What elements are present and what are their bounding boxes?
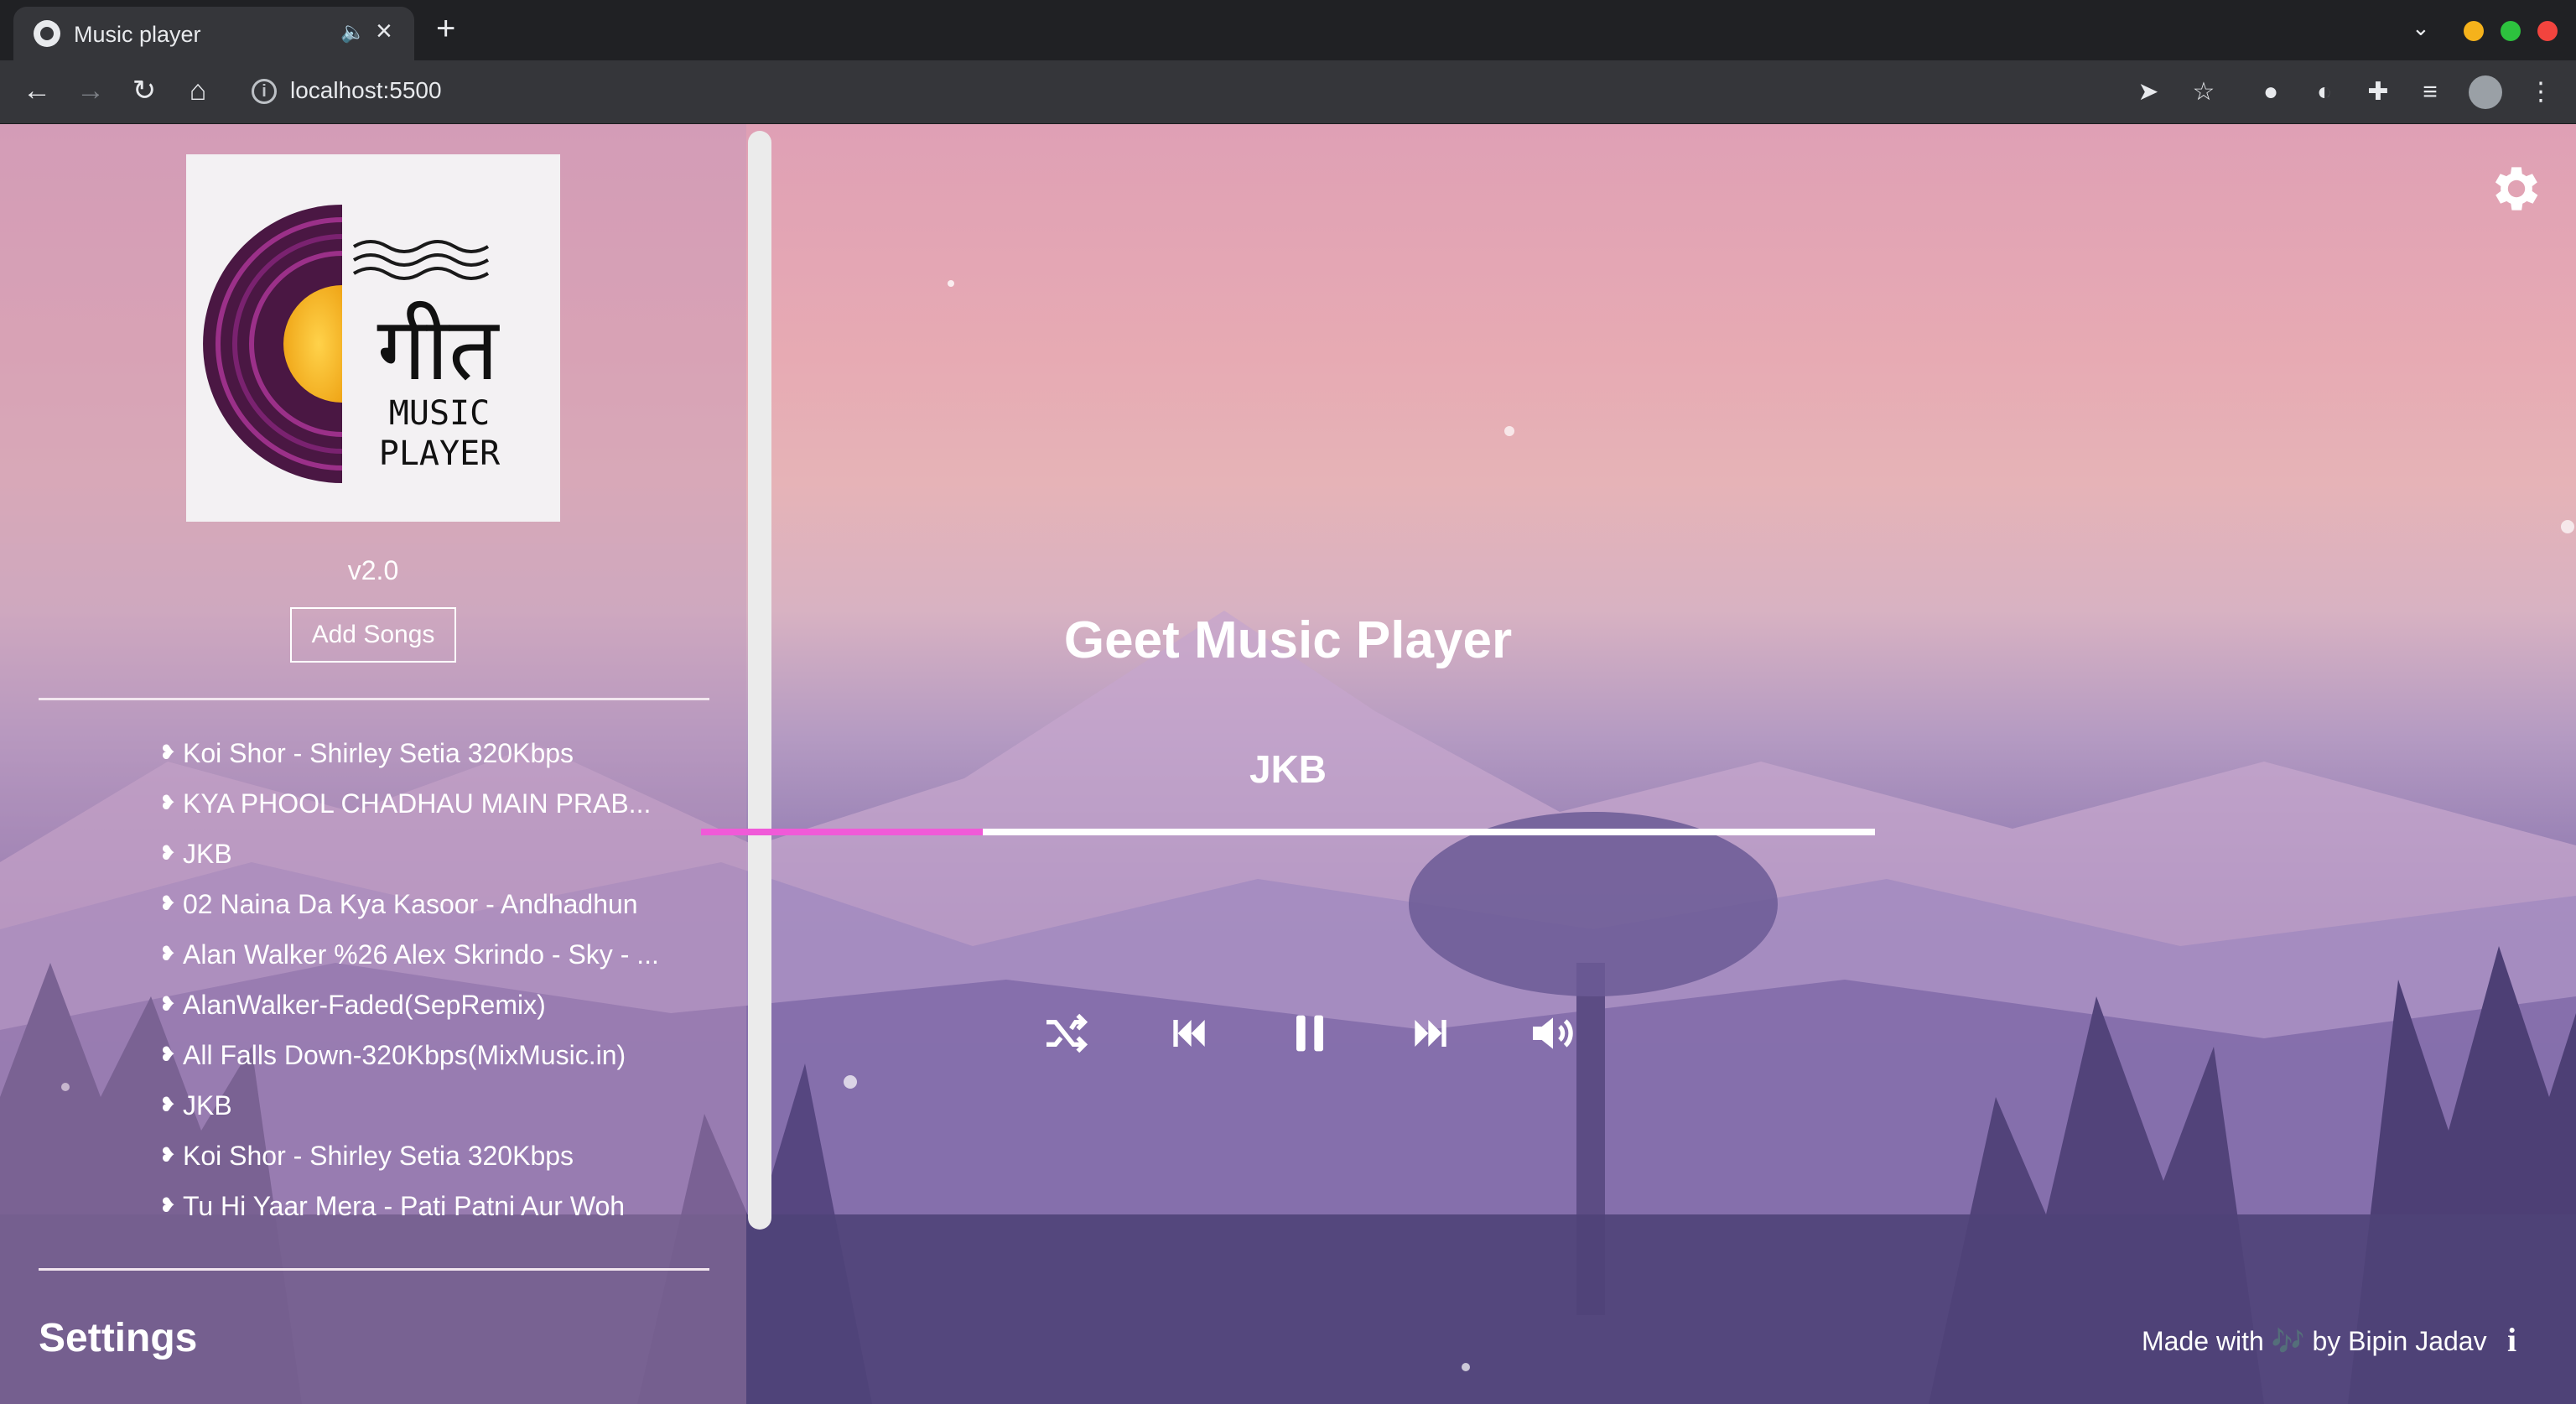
extension-glasses-icon[interactable]: ● (2254, 75, 2288, 109)
media-playlist-icon[interactable]: ≡ (2413, 75, 2447, 109)
song-item[interactable]: ❥ KYA PHOOL CHADHAU MAIN PRAB... (159, 780, 662, 830)
vinyl-logo-icon: गीत MUSIC PLAYER (203, 205, 501, 483)
browser-menu-icon[interactable]: ⋮ (2524, 75, 2558, 109)
made-with-suffix: by Bipin Jadav (2312, 1326, 2487, 1356)
song-list: ❥ Koi Shor - Shirley Setia 320Kbps ❥ KYA P… (159, 730, 662, 1233)
now-playing-title: JKB (1249, 747, 1327, 791)
song-item[interactable]: ❥ 02 Naina Da Kya Kasoor - Andhadhun (159, 881, 662, 931)
window-close-button[interactable] (2537, 21, 2558, 41)
song-title: Alan Walker %26 Alex Skrindo - Sky - ... (183, 939, 659, 970)
gear-icon[interactable] (2487, 159, 2546, 218)
bookmark-star-icon[interactable]: ☆ (2187, 75, 2220, 109)
song-title: All Falls Down-320Kbps(MixMusic.in) (183, 1040, 626, 1070)
footer-credit: Made with 🎶 by Bipin Jadav (2142, 1325, 2487, 1357)
shuffle-icon[interactable] (1040, 1006, 1093, 1060)
home-icon[interactable]: ⌂ (179, 74, 216, 107)
extension-colorpicker-icon[interactable]: ◐ (2308, 75, 2341, 109)
song-title: 02 Naina Da Kya Kasoor - Andhadhun (183, 889, 638, 919)
new-tab-button[interactable]: + (436, 12, 455, 45)
song-note-icon: ❥ (159, 842, 177, 865)
send-icon[interactable]: ➤ (2132, 75, 2165, 109)
song-title: Koi Shor - Shirley Setia 320Kbps (183, 738, 574, 768)
logo-script-text: गीत (377, 298, 500, 400)
settings-heading: Settings (39, 1316, 198, 1360)
song-note-icon: ❥ (159, 1194, 177, 1217)
speaker-icon[interactable]: 🔈 (340, 20, 366, 44)
version-label: v2.0 (347, 555, 399, 585)
logo-line1: MUSIC (389, 394, 490, 433)
song-title: Koi Shor - Shirley Setia 320Kbps (183, 1141, 574, 1171)
song-note-icon: ❥ (159, 1144, 177, 1167)
player-controls (1006, 1006, 1593, 1060)
browser-tabstrip: Music player 🔈 × + ⌄ (0, 0, 2576, 60)
extensions-puzzle-icon[interactable]: ✚ (2361, 75, 2395, 109)
song-item[interactable]: ❥ JKB (159, 830, 662, 881)
song-note-icon: ❥ (159, 1094, 177, 1116)
divider (39, 698, 709, 700)
song-note-icon: ❥ (159, 892, 177, 915)
song-item[interactable]: ❥ Koi Shor - Shirley Setia 320Kbps (159, 730, 662, 780)
window-minimize-button[interactable] (2464, 21, 2484, 41)
song-item[interactable]: ❥ All Falls Down-320Kbps(MixMusic.in) (159, 1032, 662, 1082)
site-info-icon[interactable]: i (252, 79, 277, 104)
song-note-icon: ❥ (159, 741, 177, 764)
logo-line2: PLAYER (379, 434, 501, 473)
song-item[interactable]: ❥ Tu Hi Yaar Mera - Pati Patni Aur Woh (159, 1183, 662, 1233)
song-item[interactable]: ❥ Alan Walker %26 Alex Skrindo - Sky - ..… (159, 931, 662, 981)
page-viewport: गीत MUSIC PLAYER v2.0 Add Songs ❥ Koi Sho… (0, 124, 2576, 1404)
song-title: JKB (183, 839, 232, 869)
window-maximize-button[interactable] (2501, 21, 2521, 41)
song-note-icon: ❥ (159, 943, 177, 965)
browser-tab[interactable]: Music player 🔈 × (13, 7, 414, 60)
next-icon[interactable] (1404, 1006, 1457, 1060)
reload-icon[interactable]: ↻ (126, 74, 163, 107)
close-tab-icon[interactable]: × (376, 17, 392, 45)
song-title: AlanWalker-Faded(SepRemix) (183, 990, 546, 1020)
app-logo: गीत MUSIC PLAYER (186, 154, 560, 522)
tab-title: Music player (74, 22, 201, 47)
browser-toolbar: ← → ↻ ⌂ i localhost:5500 ➤ ☆ ● ◐ ✚ ≡ ⋮ (0, 60, 2576, 124)
music-note-icon: 🎶 (2271, 1326, 2305, 1356)
song-note-icon: ❥ (159, 792, 177, 814)
previous-icon[interactable] (1162, 1006, 1216, 1060)
address-bar[interactable]: localhost:5500 (290, 77, 442, 104)
sidebar: गीत MUSIC PLAYER v2.0 Add Songs ❥ Koi Sho… (0, 124, 746, 1404)
favicon-icon (34, 20, 60, 47)
song-title: Tu Hi Yaar Mera - Pati Patni Aur Woh (183, 1191, 626, 1221)
song-title: KYA PHOOL CHADHAU MAIN PRAB... (183, 788, 652, 819)
song-note-icon: ❥ (159, 993, 177, 1016)
player-title: Geet Music Player (1063, 611, 1513, 669)
made-with-prefix: Made with (2142, 1326, 2264, 1356)
song-item[interactable]: ❥ AlanWalker-Faded(SepRemix) (159, 981, 662, 1032)
progress-fill (701, 829, 983, 835)
sidebar-scrollbar[interactable] (748, 131, 771, 1230)
song-note-icon: ❥ (159, 1043, 177, 1066)
tab-search-chevron-icon[interactable]: ⌄ (2412, 15, 2430, 41)
song-item[interactable]: ❥ Koi Shor - Shirley Setia 320Kbps (159, 1132, 662, 1183)
back-icon[interactable]: ← (18, 74, 55, 107)
progress-bar[interactable] (701, 829, 1875, 835)
info-icon[interactable]: i (2507, 1320, 2516, 1360)
forward-icon[interactable]: → (72, 74, 109, 107)
profile-avatar[interactable] (2469, 75, 2502, 109)
song-title: JKB (183, 1090, 232, 1121)
volume-icon[interactable] (1526, 1006, 1580, 1060)
add-songs-button[interactable]: Add Songs (290, 607, 456, 663)
song-item[interactable]: ❥ JKB (159, 1082, 662, 1132)
divider (39, 1268, 709, 1271)
pause-icon[interactable] (1283, 1006, 1337, 1060)
